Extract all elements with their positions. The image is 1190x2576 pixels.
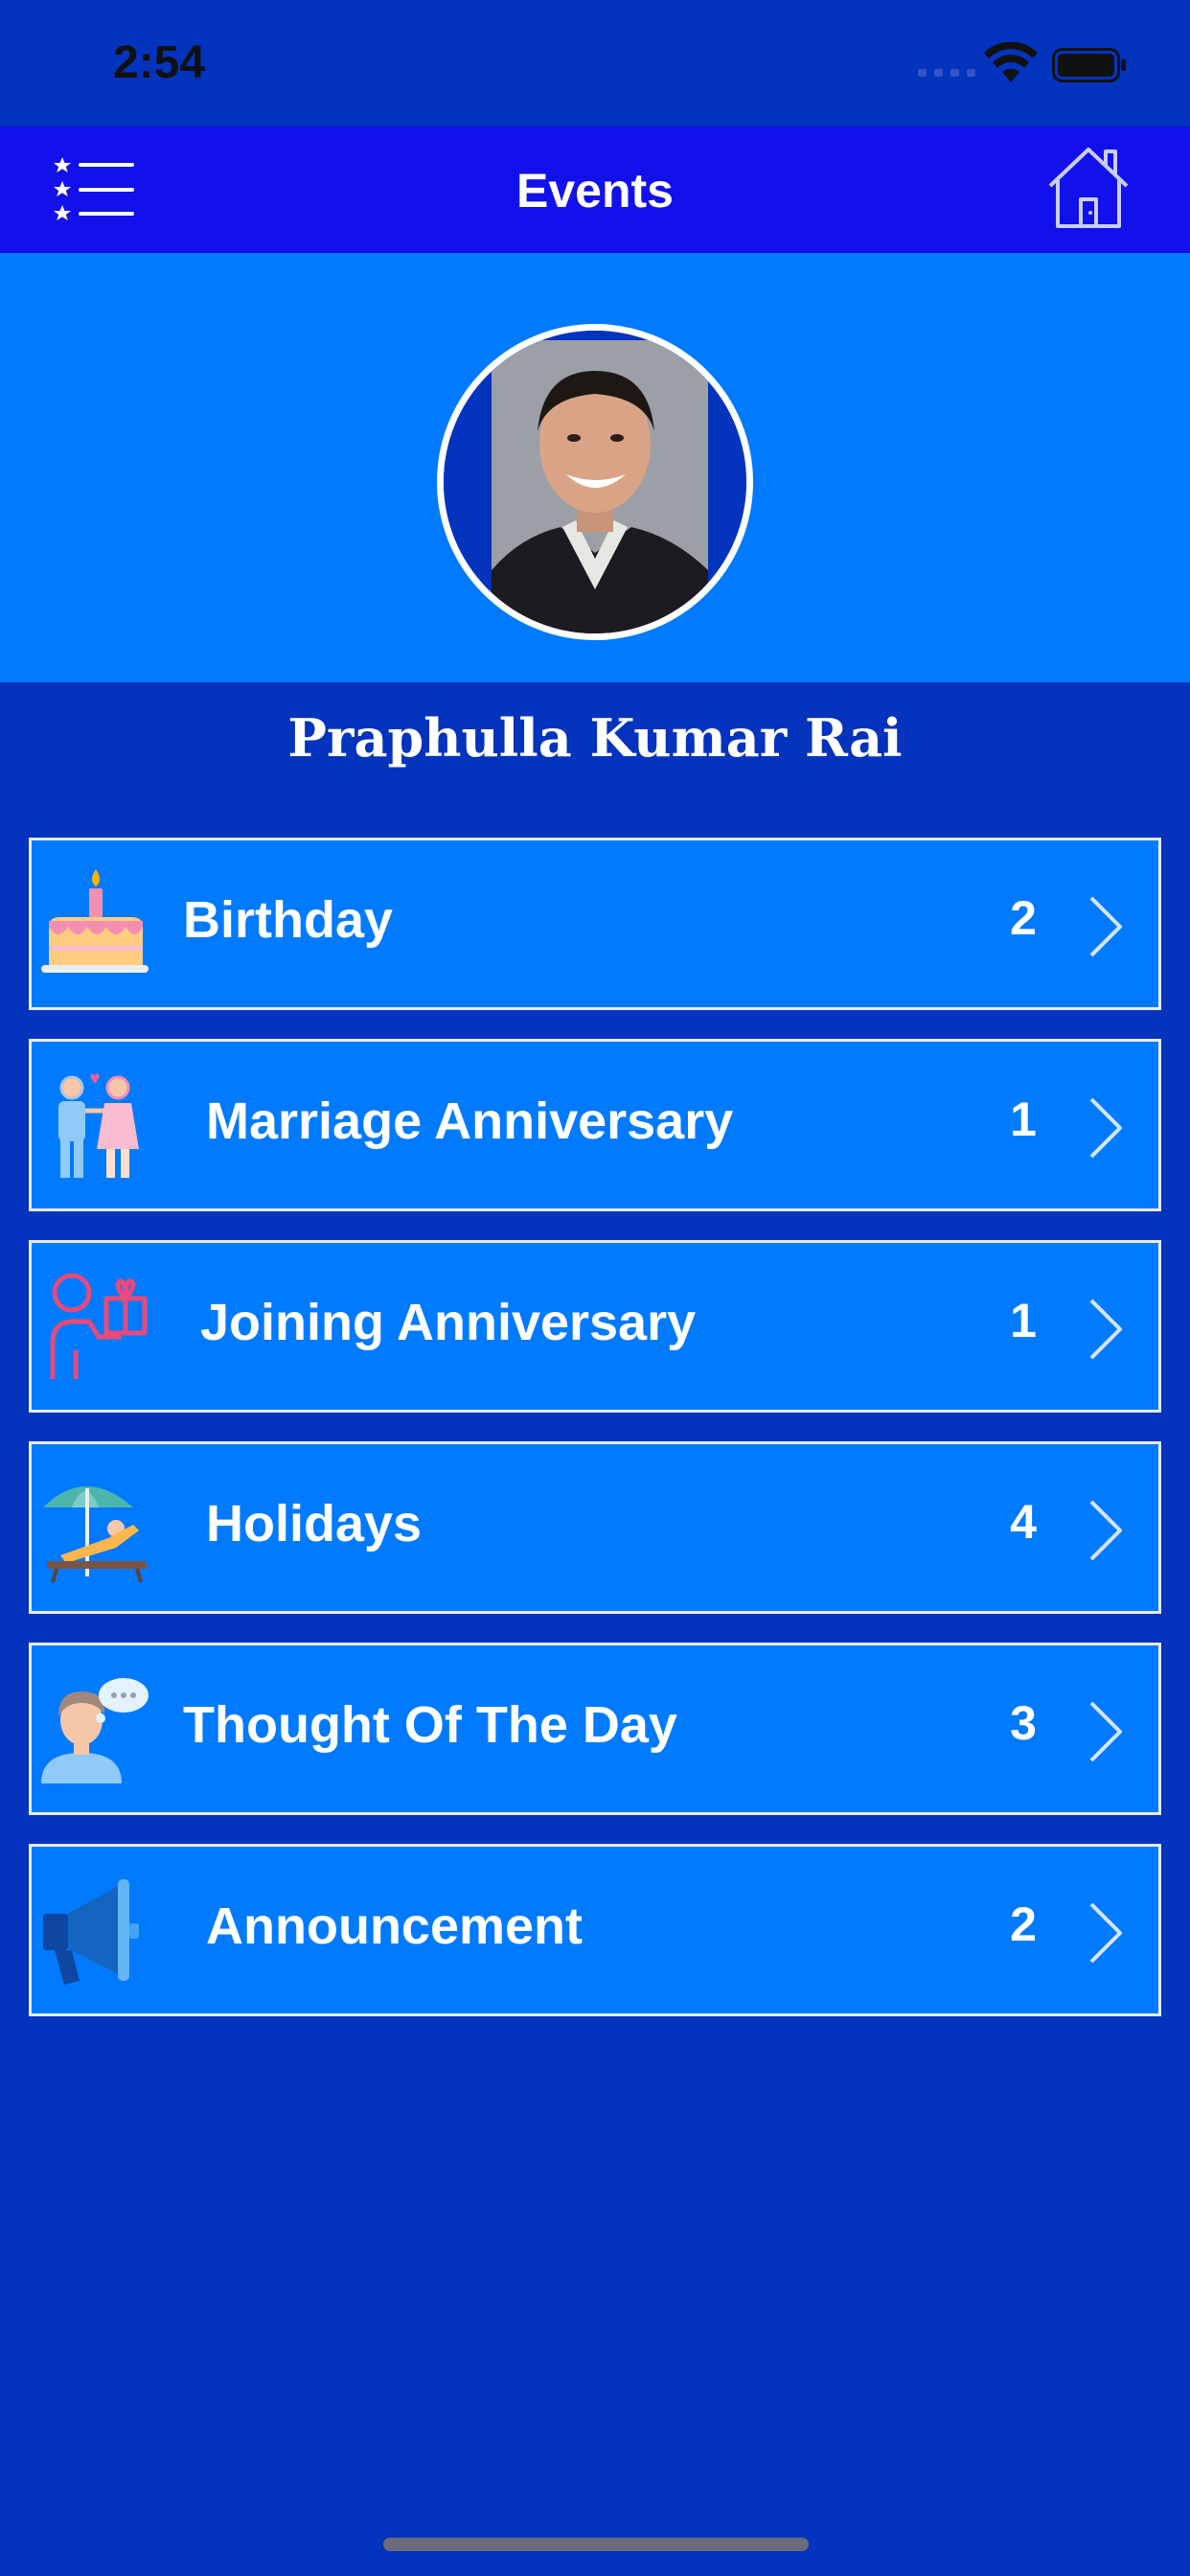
battery-icon: [1052, 48, 1126, 82]
chevron-right-icon: [1089, 1902, 1122, 1964]
event-count: 2: [1010, 1898, 1037, 1951]
beach-umbrella-icon: [43, 1486, 147, 1583]
cellular-signal-icon: [918, 69, 975, 77]
chevron-right-icon: [1089, 896, 1122, 957]
events-screen: 2:54 Events Praphulla Kumar Rai Birthday…: [0, 0, 1190, 2576]
event-label: Birthday: [183, 891, 394, 949]
chevron-right-icon: [1089, 1701, 1122, 1762]
event-list: Birthday 2 Marriage Anniversary 1 Joinin…: [29, 838, 1161, 2045]
chevron-right-icon: [1089, 1500, 1122, 1561]
profile-name: Praphulla Kumar Rai: [287, 707, 903, 769]
event-row-marriage-anniversary[interactable]: Marriage Anniversary 1: [29, 1039, 1161, 1211]
wifi-icon: [984, 42, 1038, 82]
person-thought-icon: [41, 1678, 149, 1783]
event-label: Joining Anniversary: [200, 1294, 697, 1351]
chevron-right-icon: [1089, 1097, 1122, 1159]
event-label: Marriage Anniversary: [206, 1092, 734, 1150]
event-count: 4: [1010, 1495, 1037, 1549]
person-gift-icon: [50, 1273, 148, 1379]
event-count: 1: [1010, 1294, 1037, 1347]
event-row-announcement[interactable]: Announcement 2: [29, 1844, 1161, 2016]
couple-icon: [58, 1073, 139, 1178]
status-bar: 2:54: [0, 0, 1190, 126]
event-row-holidays[interactable]: Holidays 4: [29, 1441, 1161, 1614]
event-row-birthday[interactable]: Birthday 2: [29, 838, 1161, 1010]
profile-photo: [444, 331, 746, 633]
event-count: 1: [1010, 1092, 1037, 1146]
event-label: Thought Of The Day: [183, 1696, 677, 1754]
event-label: Holidays: [206, 1495, 423, 1552]
nav-title: Events: [516, 164, 674, 218]
chevron-right-icon: [1089, 1299, 1122, 1360]
event-count: 2: [1010, 891, 1037, 945]
megaphone-icon: [43, 1879, 139, 1985]
home-indicator[interactable]: [383, 2538, 809, 2551]
avatar: [437, 324, 753, 640]
event-label: Announcement: [206, 1898, 584, 1955]
birthday-cake-icon: [41, 869, 149, 973]
navigation-bar: Events: [0, 126, 1190, 253]
event-count: 3: [1010, 1696, 1037, 1750]
home-icon[interactable]: [1046, 144, 1131, 230]
status-time: 2:54: [113, 37, 206, 88]
event-row-joining-anniversary[interactable]: Joining Anniversary 1: [29, 1240, 1161, 1413]
event-row-thought-of-the-day[interactable]: Thought Of The Day 3: [29, 1643, 1161, 1815]
profile-header: [0, 253, 1190, 682]
